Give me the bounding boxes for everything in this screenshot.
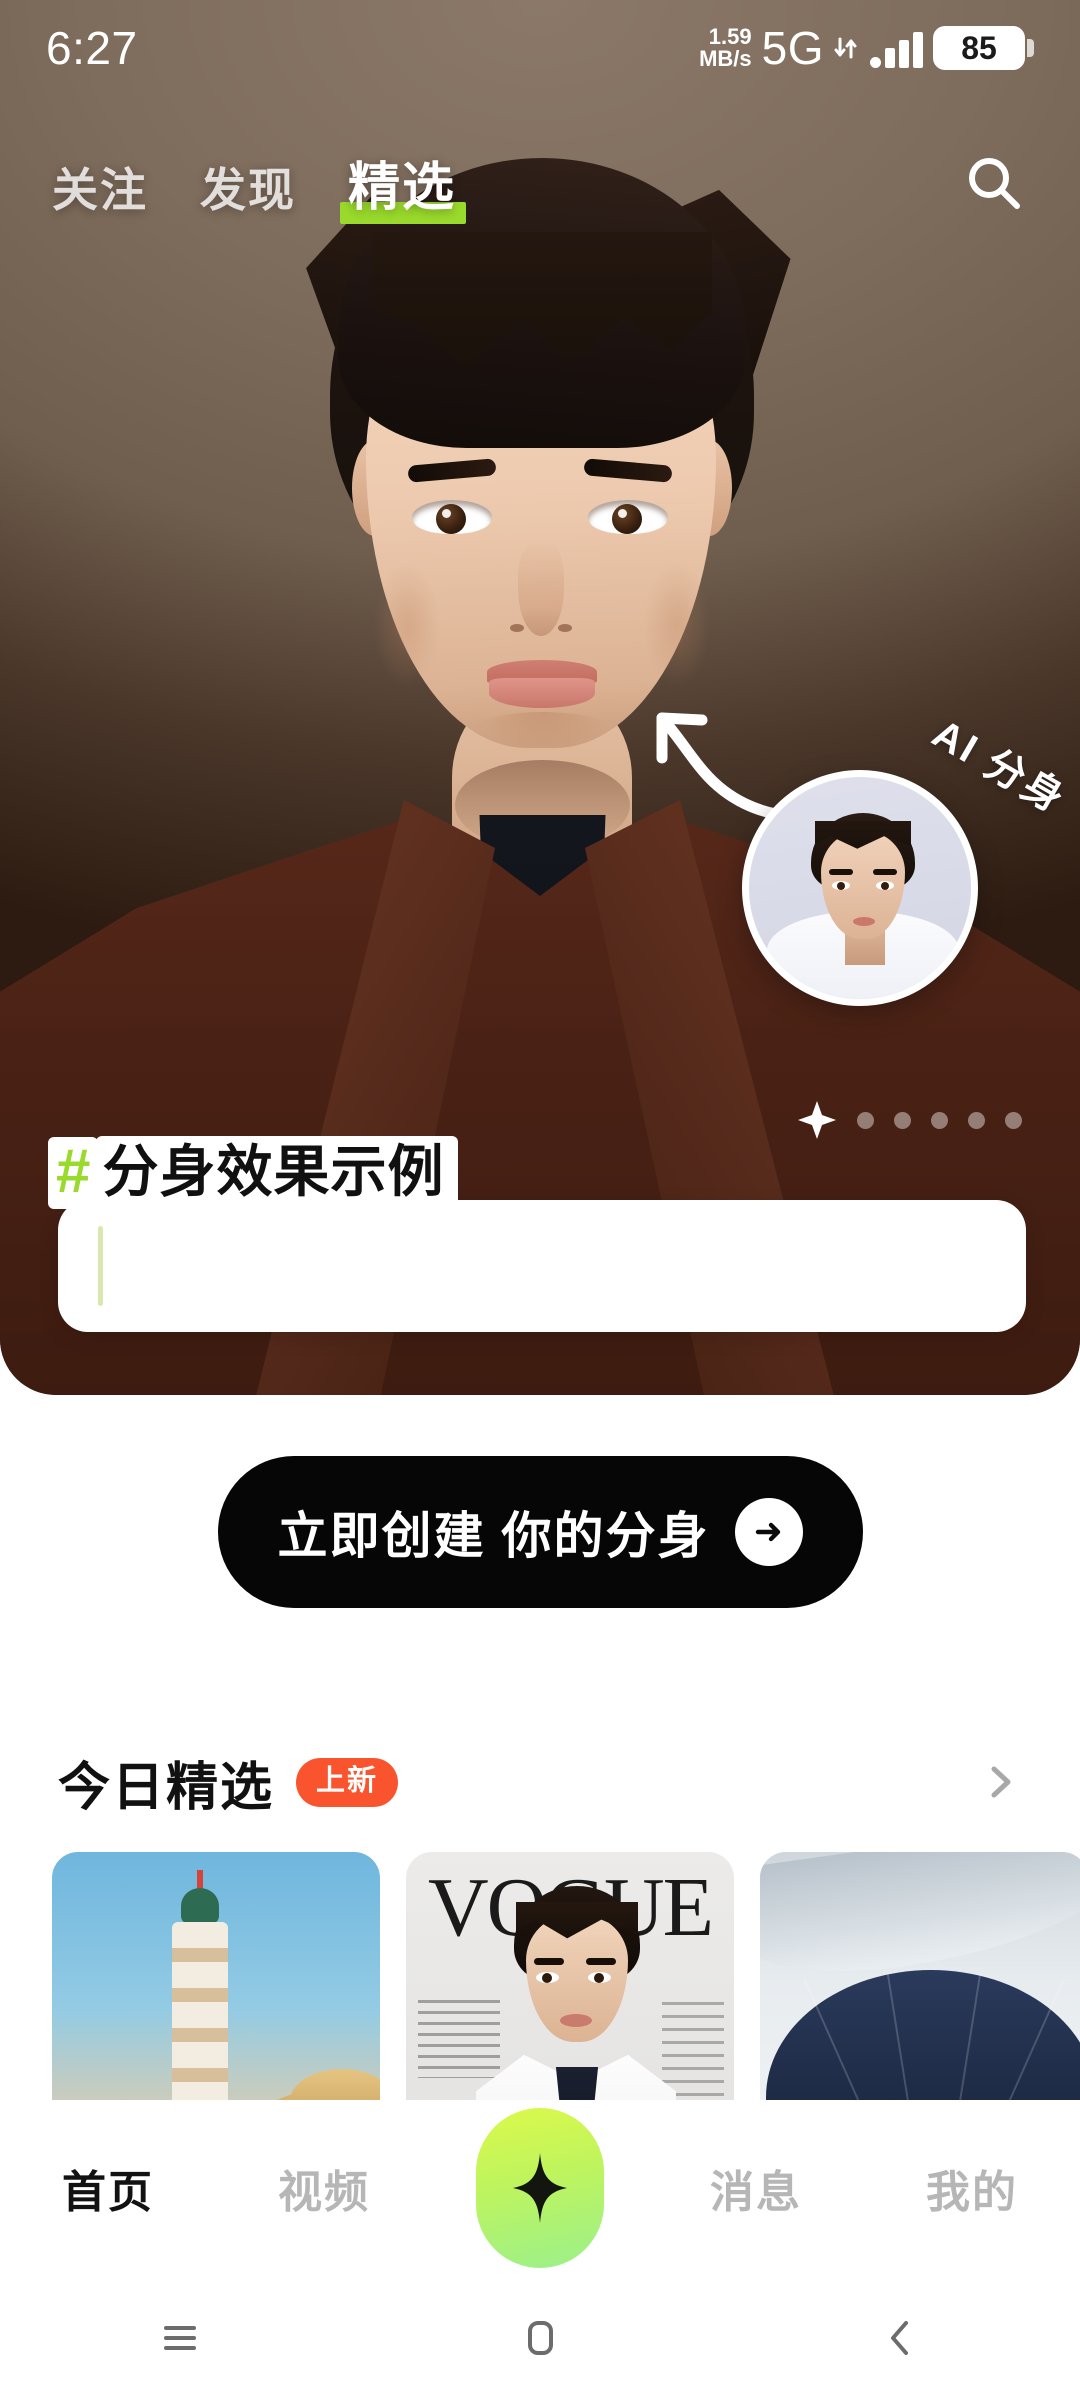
chevron-right-icon bbox=[991, 1766, 1011, 1798]
tab-following[interactable]: 关注 bbox=[48, 152, 152, 222]
network-speed-indicator: 1.59 MB/s bbox=[699, 23, 752, 71]
carousel-dot[interactable] bbox=[968, 1111, 985, 1129]
prompt-input-card[interactable] bbox=[58, 1200, 1026, 1332]
phone-screen: AI 分身 # 分身效果示例 6:27 1.59 MB/s 5G 85 关注 发… bbox=[0, 0, 1080, 2400]
bottom-navigation-bar: 首页 视频 消息 我的 bbox=[0, 2100, 1080, 2276]
nav-item-messages[interactable]: 消息 bbox=[648, 2156, 864, 2220]
network-type-label: 5G bbox=[761, 22, 824, 74]
text-caret bbox=[98, 1226, 103, 1306]
featured-section-header: 今日精选 上新 bbox=[58, 1742, 1022, 1822]
android-system-nav-bar bbox=[0, 2276, 1080, 2400]
nav-item-profile[interactable]: 我的 bbox=[864, 2156, 1080, 2220]
chevron-left-icon bbox=[891, 2321, 908, 2355]
top-navigation-bar: 关注 发现 精选 bbox=[0, 130, 1080, 235]
sparkle-icon bbox=[798, 1101, 836, 1139]
signal-strength-icon bbox=[870, 28, 923, 68]
hashtag-symbol: # bbox=[48, 1137, 99, 1209]
new-arrivals-badge: 上新 bbox=[296, 1757, 399, 1807]
system-home-button[interactable] bbox=[360, 2315, 720, 2361]
hashtag-label: 分身效果示例 bbox=[96, 1136, 459, 1210]
hashtag-chip[interactable]: # 分身效果示例 bbox=[48, 1136, 459, 1210]
create-avatar-label: 立即创建 你的分身 bbox=[277, 1508, 710, 1564]
battery-level-label: 85 bbox=[933, 26, 1025, 70]
featured-section-more-button[interactable] bbox=[978, 1760, 1022, 1804]
system-back-button[interactable] bbox=[720, 2315, 1080, 2361]
carousel-dot[interactable] bbox=[1005, 1111, 1022, 1129]
status-clock: 6:27 bbox=[46, 22, 138, 74]
menu-icon bbox=[164, 2326, 196, 2350]
network-speed-value: 1.59 bbox=[708, 23, 752, 49]
carousel-dot[interactable] bbox=[931, 1111, 948, 1129]
ai-avatar-thumbnail[interactable] bbox=[742, 770, 978, 1006]
tab-discover[interactable]: 发现 bbox=[196, 152, 300, 222]
search-icon bbox=[969, 157, 1020, 209]
sparkle-icon bbox=[513, 2153, 567, 2223]
nav-item-home[interactable]: 首页 bbox=[0, 2156, 216, 2220]
create-avatar-button[interactable]: 立即创建 你的分身 bbox=[218, 1456, 863, 1608]
carousel-dot[interactable] bbox=[894, 1111, 911, 1129]
search-button[interactable] bbox=[956, 145, 1032, 221]
tab-featured[interactable]: 精选 bbox=[340, 143, 467, 224]
network-speed-unit: MB/s bbox=[699, 46, 752, 71]
arrow-right-icon bbox=[735, 1498, 804, 1566]
carousel-indicator[interactable] bbox=[797, 1100, 1022, 1140]
nav-create-button[interactable] bbox=[432, 2108, 648, 2268]
data-transfer-icon bbox=[834, 35, 858, 61]
carousel-dot[interactable] bbox=[857, 1111, 874, 1129]
system-recents-button[interactable] bbox=[0, 2315, 360, 2361]
status-bar: 6:27 1.59 MB/s 5G 85 bbox=[0, 0, 1080, 96]
tab-list: 关注 发现 精选 bbox=[48, 143, 956, 224]
nav-item-video[interactable]: 视频 bbox=[216, 2156, 432, 2220]
battery-indicator: 85 bbox=[933, 26, 1034, 70]
home-square-icon bbox=[528, 2321, 553, 2355]
featured-section-title: 今日精选 bbox=[58, 1758, 275, 1817]
ai-avatar-bubble-group[interactable]: AI 分身 bbox=[656, 711, 1074, 1006]
